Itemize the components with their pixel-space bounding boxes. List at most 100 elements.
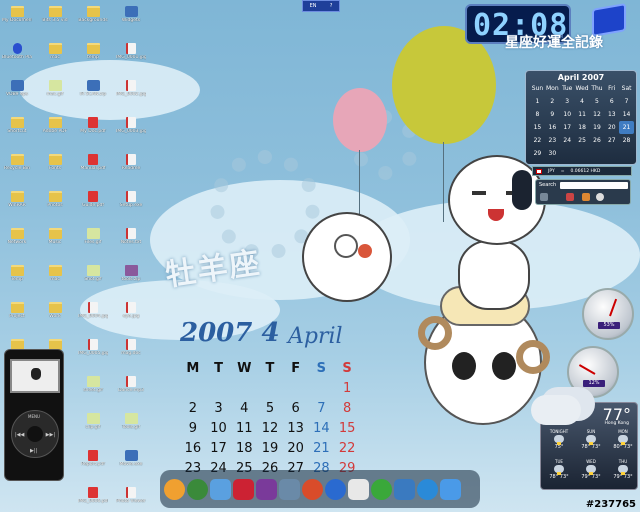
desktop-icon[interactable]: mac (40, 265, 70, 282)
desktop-icon[interactable]: IMG_0004.jpg (78, 302, 108, 319)
search-go-icon[interactable] (596, 193, 604, 201)
desktop-icon[interactable]: IMG_0006.pdf (78, 487, 108, 504)
desktop-icon[interactable]: IMG_0002.jpg (116, 80, 146, 97)
desktop-icon[interactable]: Recycle Bin (2, 154, 32, 171)
mini-calendar-date[interactable]: 3 (560, 95, 575, 108)
weather-widget[interactable]: 77° Hong Kong TONIGHT 75° SUN 78° 73° MON 80… (531, 395, 638, 490)
desktop-icon[interactable]: mac (40, 43, 70, 60)
mini-calendar-date[interactable]: 29 (530, 147, 545, 160)
currency-widget[interactable]: JPY = 0.06612 HKD (532, 166, 632, 176)
dock-app-icon[interactable] (440, 478, 461, 500)
desktop-icon[interactable]: IMG_0003.jpg (116, 117, 146, 134)
mini-calendar-date[interactable]: 15 (530, 121, 545, 134)
mini-calendar-date[interactable]: 16 (545, 121, 560, 134)
search-input[interactable] (560, 182, 628, 189)
next-button[interactable]: ▶▶| (46, 432, 55, 438)
dock-app-icon[interactable] (164, 478, 185, 500)
mini-calendar-date[interactable]: 23 (545, 134, 560, 147)
desktop-icon[interactable]: My Doc.pdf (78, 117, 108, 134)
desktop-icon[interactable]: Bits 3.5 vid (40, 6, 70, 23)
desktop-icon[interactable]: Fonts (40, 154, 70, 171)
dock-app-icon[interactable] (279, 478, 300, 500)
mini-calendar-date[interactable]: 28 (619, 134, 634, 147)
mini-calendar-date[interactable]: 12 (590, 108, 605, 121)
mini-calendar-date[interactable]: 2 (545, 95, 560, 108)
desktop-icon[interactable]: Report.pdf (78, 450, 108, 467)
search-engine-icon[interactable] (566, 193, 574, 201)
desktop-icon[interactable]: mag.doc (116, 339, 146, 356)
psp-icon[interactable] (233, 478, 254, 500)
mini-calendar-date[interactable]: 24 (560, 134, 575, 147)
mini-calendar-date[interactable]: 1 (530, 95, 545, 108)
desktop-icon[interactable]: clip.gif (78, 413, 108, 430)
dock-app-icon[interactable] (325, 478, 346, 500)
desktop-icon[interactable]: eye.jpg (116, 302, 146, 319)
scroll-widget-icon[interactable] (512, 170, 532, 210)
mini-calendar-date[interactable] (575, 147, 590, 160)
desktop-icon[interactable]: Files.gif (78, 228, 108, 245)
menu-button[interactable]: MENU (28, 414, 40, 419)
desktop-icon[interactable]: Tools.gif (116, 413, 146, 430)
desktop-icon[interactable]: Dance.mp3 (116, 376, 146, 393)
center-button[interactable] (27, 426, 43, 442)
mini-calendar-date[interactable]: 30 (545, 147, 560, 160)
music-icon[interactable] (210, 478, 231, 500)
mini-calendar-date[interactable]: 6 (604, 95, 619, 108)
desktop-icon[interactable]: Adobe PDF (40, 117, 70, 134)
desktop-icon[interactable]: Network (2, 228, 32, 245)
desktop-icon[interactable]: IMG_0001.jpg (116, 43, 146, 60)
mini-calendar-date[interactable]: 11 (575, 108, 590, 121)
mini-calendar-widget[interactable]: April 2007 Sun Mon Tue Wed Thu Fri Sat 1234567… (525, 70, 637, 165)
desktop-icon[interactable]: Manual.pdf (78, 154, 108, 171)
search-option-icon[interactable] (540, 193, 548, 201)
mini-calendar-date[interactable]: 9 (545, 108, 560, 121)
desktop-icon[interactable]: Bluetooth Places (2, 43, 32, 60)
desktop-icon[interactable]: Project (2, 302, 32, 319)
dock-app-icon[interactable] (187, 478, 208, 500)
dock-app-icon[interactable] (394, 478, 415, 500)
click-wheel[interactable]: MENU |◀◀ ▶▶| ▶|| (11, 410, 59, 458)
mini-calendar-date[interactable]: 20 (604, 121, 619, 134)
search-widget[interactable]: Search (535, 179, 631, 205)
mini-calendar-date[interactable]: 13 (604, 108, 619, 121)
mini-calendar-date[interactable]: 5 (590, 95, 605, 108)
desktop-icon[interactable]: IMG_0005.jpg (78, 339, 108, 356)
desktop-icon[interactable]: tools.zip (116, 265, 146, 282)
desktop-icon[interactable]: WinRAR (2, 191, 32, 208)
mini-calendar-date[interactable]: 10 (560, 108, 575, 121)
desktop-icon[interactable]: IR SCAN.zip (78, 80, 108, 97)
mini-calendar-date[interactable] (604, 147, 619, 160)
play-pause-button[interactable]: ▶|| (30, 448, 37, 454)
mini-calendar-date[interactable]: 22 (530, 134, 545, 147)
mini-calendar-date[interactable]: 14 (619, 108, 634, 121)
desktop-icon[interactable]: Backgrounds (78, 6, 108, 23)
desktop-icon[interactable]: temp (78, 43, 108, 60)
desktop-icon[interactable]: Notes.txt (116, 228, 146, 245)
desktop-icon[interactable]: Readme (116, 154, 146, 171)
mini-calendar-date[interactable] (590, 147, 605, 160)
language-bar[interactable]: EN ? (302, 0, 340, 12)
desktop-icon[interactable]: Guide.pdf (78, 191, 108, 208)
mini-calendar-date[interactable] (619, 147, 634, 160)
desktop-icon[interactable]: My Documents (2, 6, 32, 23)
desktop-icon[interactable]: VOB9 eps (2, 80, 32, 97)
search-engine-icon[interactable] (582, 193, 590, 201)
mini-calendar-date[interactable]: 17 (560, 121, 575, 134)
help-icon[interactable]: ? (330, 3, 333, 9)
mini-calendar-date[interactable]: 26 (590, 134, 605, 147)
desktop-icon[interactable]: Work (40, 302, 70, 319)
dock-app-icon[interactable] (302, 478, 323, 500)
desktop-icon[interactable]: sheet.gif (78, 376, 108, 393)
dock-app-icon[interactable] (348, 478, 369, 500)
desktop-icon[interactable]: mac.gif (40, 80, 70, 97)
mini-calendar-date[interactable]: 27 (604, 134, 619, 147)
media-player-icon[interactable] (371, 478, 392, 500)
language-indicator[interactable]: EN (310, 3, 317, 9)
prev-button[interactable]: |◀◀ (15, 432, 24, 438)
mini-calendar-date[interactable] (560, 147, 575, 160)
desktop-icon[interactable]: Temp (2, 265, 32, 282)
desktop-icon[interactable]: Setup.exe (116, 191, 146, 208)
dock-app-icon[interactable] (256, 478, 277, 500)
ipod-widget[interactable]: MENU |◀◀ ▶▶| ▶|| (4, 349, 64, 481)
desktop-icon[interactable]: Shot.gif (78, 265, 108, 282)
